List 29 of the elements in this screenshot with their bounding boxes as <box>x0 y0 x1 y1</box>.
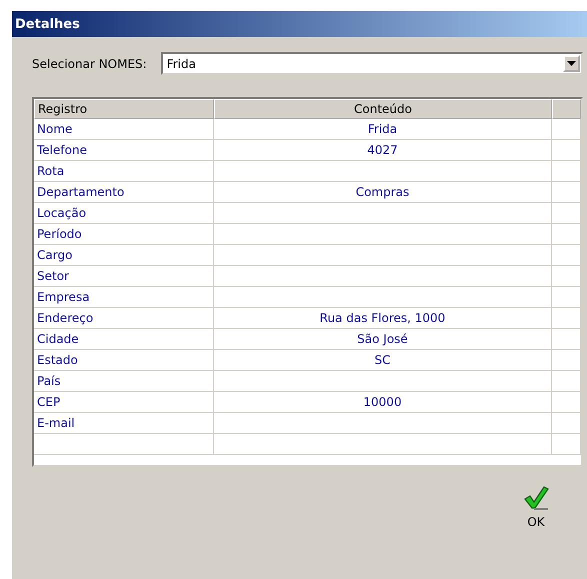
value-cell: 4027 <box>214 140 552 161</box>
field-cell: Setor <box>34 266 214 287</box>
field-cell: CEP <box>34 392 214 413</box>
field-cell: Rota <box>34 161 214 182</box>
field-cell: País <box>34 371 214 392</box>
value-cell: SC <box>214 350 552 371</box>
window-title: Detalhes <box>12 11 587 37</box>
column-header[interactable]: Conteúdo <box>214 99 552 119</box>
field-cell: Cidade <box>34 329 214 350</box>
field-cell: Telefone <box>34 140 214 161</box>
names-dropdown[interactable]: Frida <box>160 52 583 75</box>
field-cell: Departamento <box>34 182 214 203</box>
value-cell: Frida <box>214 119 552 140</box>
column-header[interactable]: Registro <box>34 99 214 119</box>
field-cell: Locação <box>34 203 214 224</box>
field-cell: Nome <box>34 119 214 140</box>
field-cell: Cargo <box>34 245 214 266</box>
checkmark-icon <box>523 485 549 511</box>
field-cell: Empresa <box>34 287 214 308</box>
value-cell: Rua das Flores, 1000 <box>214 308 552 329</box>
field-cell: Endereço <box>34 308 214 329</box>
selector-label: Selecionar NOMES: <box>32 56 147 70</box>
value-cell: Compras <box>214 182 552 203</box>
field-cell: Estado <box>34 350 214 371</box>
value-cell: 10000 <box>214 392 552 413</box>
field-cell: Período <box>34 224 214 245</box>
ok-button[interactable]: OK <box>515 477 557 537</box>
value-cell: São José <box>214 329 552 350</box>
field-cell: E-mail <box>34 413 214 434</box>
